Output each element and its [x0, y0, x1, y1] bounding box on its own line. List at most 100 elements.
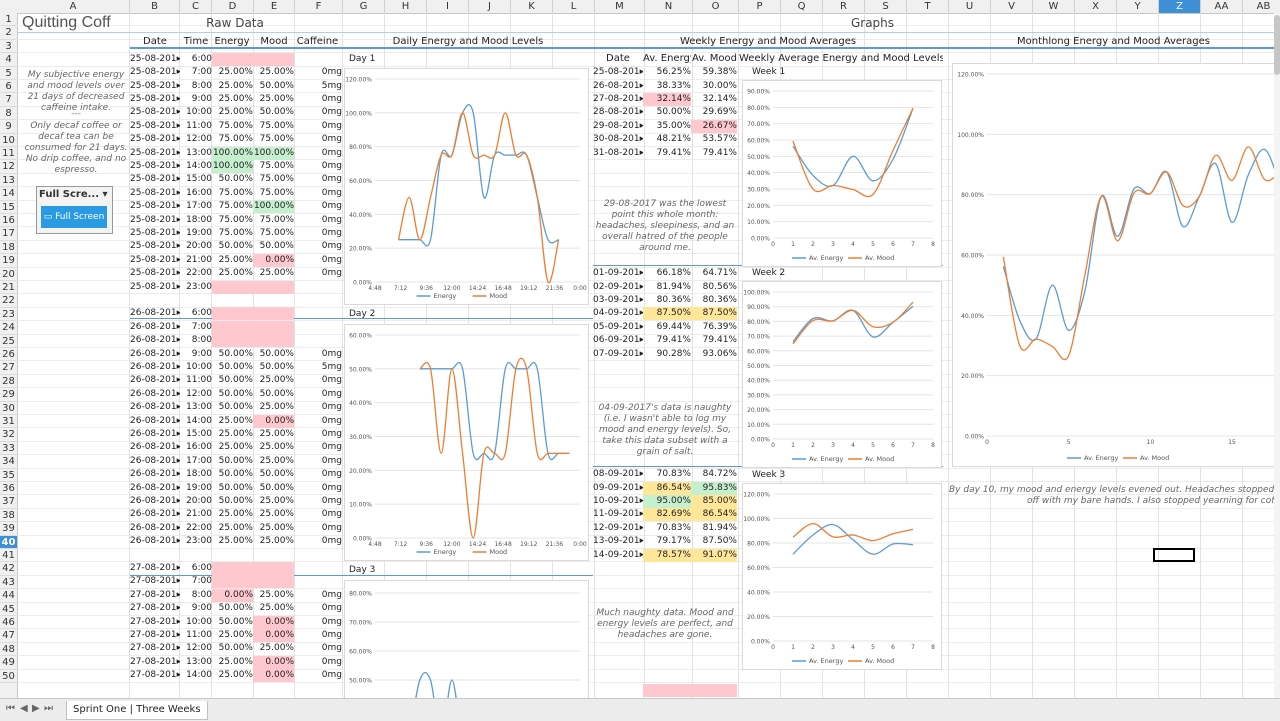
column-header-w[interactable]: W [1033, 0, 1075, 13]
raw-caffeine-cell[interactable]: 0mg [294, 602, 342, 615]
raw-mood-cell[interactable]: 75.00% [253, 187, 294, 200]
weekly-date-cell[interactable]: 11-09-201▸ [593, 508, 643, 521]
raw-caffeine-cell[interactable]: 0mg [294, 642, 342, 655]
raw-date-cell[interactable]: 26-08-201▸ [130, 307, 180, 320]
weekly-mood-cell[interactable]: 59.38% [691, 66, 737, 79]
raw-mood-cell[interactable]: 25.00% [253, 455, 294, 468]
raw-time-cell[interactable]: 18:00 [180, 468, 212, 481]
raw-energy-cell[interactable]: 25.00% [212, 106, 253, 119]
raw-date-cell[interactable]: 26-08-201▸ [130, 522, 180, 535]
raw-mood-cell[interactable]: 50.00% [253, 468, 294, 481]
weekly-date-cell[interactable]: 08-09-201▸ [593, 468, 643, 481]
raw-time-cell[interactable]: 12:00 [180, 133, 212, 146]
column-header-e[interactable]: E [254, 0, 295, 13]
raw-caffeine-cell[interactable]: 0mg [294, 415, 342, 428]
raw-mood-cell[interactable] [253, 334, 294, 348]
raw-energy-cell[interactable]: 50.00% [212, 482, 253, 495]
row-header-10[interactable]: 10 [0, 134, 17, 147]
column-header-x[interactable]: X [1075, 0, 1117, 13]
raw-mood-cell[interactable]: 25.00% [253, 602, 294, 615]
raw-time-cell[interactable]: 11:00 [180, 120, 212, 133]
raw-caffeine-cell[interactable] [294, 307, 342, 320]
raw-time-cell[interactable]: 7:00 [180, 321, 212, 334]
row-header-20[interactable]: 20 [0, 268, 17, 281]
column-header-c[interactable]: C [180, 0, 212, 13]
raw-mood-cell[interactable]: 75.00% [253, 173, 294, 186]
row-header-31[interactable]: 31 [0, 415, 17, 429]
weekly-mood-cell[interactable]: 84.72% [691, 468, 737, 481]
raw-caffeine-cell[interactable]: 0mg [294, 629, 342, 642]
row-header-38[interactable]: 38 [0, 509, 17, 523]
row-header-12[interactable]: 12 [0, 160, 17, 174]
raw-caffeine-cell[interactable]: 5mg [294, 361, 342, 374]
raw-caffeine-cell[interactable] [294, 321, 342, 334]
raw-time-cell[interactable]: 6:00 [180, 53, 212, 66]
raw-caffeine-cell[interactable] [294, 281, 342, 294]
raw-energy-cell[interactable]: 75.00% [212, 227, 253, 240]
weekly-mood-cell[interactable]: 26.67% [691, 119, 737, 133]
weekly-date-cell[interactable]: 25-08-201▸ [593, 66, 643, 79]
column-header-r[interactable]: R [823, 0, 865, 13]
row-header-1[interactable]: 1 [0, 13, 17, 27]
row-header-7[interactable]: 7 [0, 93, 17, 107]
raw-time-cell[interactable]: 17:00 [180, 200, 212, 213]
raw-energy-cell[interactable]: 25.00% [212, 508, 253, 521]
column-header-l[interactable]: L [553, 0, 595, 13]
weekly-date-cell[interactable]: 27-08-201▸ [593, 93, 643, 106]
raw-energy-cell[interactable] [212, 280, 253, 294]
raw-mood-cell[interactable]: 50.00% [253, 348, 294, 361]
day3-chart[interactable]: 40.00%50.00%60.00%70.00%80.00% [344, 580, 589, 698]
raw-time-cell[interactable]: 9:00 [180, 602, 212, 615]
raw-energy-cell[interactable]: 25.00% [212, 656, 253, 669]
raw-date-cell[interactable]: 26-08-201▸ [130, 334, 180, 347]
row-header-49[interactable]: 49 [0, 656, 17, 670]
raw-mood-cell[interactable]: 0.00% [253, 414, 294, 428]
column-header-v[interactable]: V [991, 0, 1033, 13]
raw-time-cell[interactable]: 11:00 [180, 374, 212, 387]
raw-mood-cell[interactable]: 25.00% [253, 441, 294, 454]
raw-energy-cell[interactable] [212, 307, 253, 321]
raw-energy-cell[interactable] [212, 561, 253, 575]
raw-energy-cell[interactable]: 25.00% [212, 415, 253, 428]
raw-date-cell[interactable]: 27-08-201▸ [130, 589, 180, 602]
raw-caffeine-cell[interactable] [294, 575, 342, 588]
week2-chart[interactable]: 0.00% 10.00% 20.00% 30.00% 40.00% 50.00% 60.00… [742, 281, 942, 468]
raw-caffeine-cell[interactable]: 0mg [294, 120, 342, 133]
weekly-date-cell[interactable]: 03-09-201▸ [593, 294, 643, 307]
raw-time-cell[interactable]: 13:00 [180, 147, 212, 160]
weekly-energy-cell[interactable]: 70.83% [643, 468, 691, 481]
raw-energy-cell[interactable]: 25.00% [212, 267, 253, 280]
weekly-mood-cell[interactable]: 91.07% [691, 548, 737, 562]
raw-energy-cell[interactable]: 75.00% [212, 133, 253, 146]
raw-caffeine-cell[interactable]: 0mg [294, 656, 342, 669]
row-header-11[interactable]: 11 [0, 147, 17, 161]
raw-time-cell[interactable]: 18:00 [180, 214, 212, 227]
chevron-down-icon[interactable]: ▾ [103, 189, 108, 200]
row-header-5[interactable]: 5 [0, 67, 17, 80]
weekly-energy-cell[interactable]: 81.94% [643, 281, 691, 294]
row-header-41[interactable]: 41 [0, 549, 17, 563]
raw-caffeine-cell[interactable]: 0mg [294, 214, 342, 227]
raw-date-cell[interactable]: 25-08-201▸ [130, 187, 180, 200]
raw-date-cell[interactable]: 25-08-201▸ [130, 173, 180, 186]
raw-caffeine-cell[interactable]: 0mg [294, 616, 342, 629]
raw-mood-cell[interactable] [253, 575, 294, 589]
weekly-mood-cell[interactable]: 64.71% [691, 267, 737, 280]
raw-energy-cell[interactable]: 50.00% [212, 388, 253, 401]
column-header-n[interactable]: N [645, 0, 693, 13]
raw-date-cell[interactable]: 26-08-201▸ [130, 361, 180, 374]
raw-energy-cell[interactable]: 25.00% [212, 669, 253, 682]
weekly-energy-cell[interactable]: 66.18% [643, 267, 691, 280]
raw-time-cell[interactable]: 13:00 [180, 656, 212, 669]
raw-energy-cell[interactable]: 75.00% [212, 200, 253, 213]
row-header-2[interactable]: 2 [0, 26, 17, 40]
raw-mood-cell[interactable]: 25.00% [253, 535, 294, 548]
row-header-37[interactable]: 37 [0, 495, 17, 509]
raw-mood-cell[interactable]: 25.00% [253, 495, 294, 508]
last-sheet-icon[interactable]: ⏭ [44, 703, 53, 714]
raw-energy-cell[interactable]: 50.00% [212, 642, 253, 655]
raw-time-cell[interactable]: 14:00 [180, 160, 212, 173]
raw-energy-cell[interactable]: 75.00% [212, 120, 253, 133]
row-header-48[interactable]: 48 [0, 643, 17, 657]
next-sheet-icon[interactable]: ▶ [32, 703, 40, 714]
